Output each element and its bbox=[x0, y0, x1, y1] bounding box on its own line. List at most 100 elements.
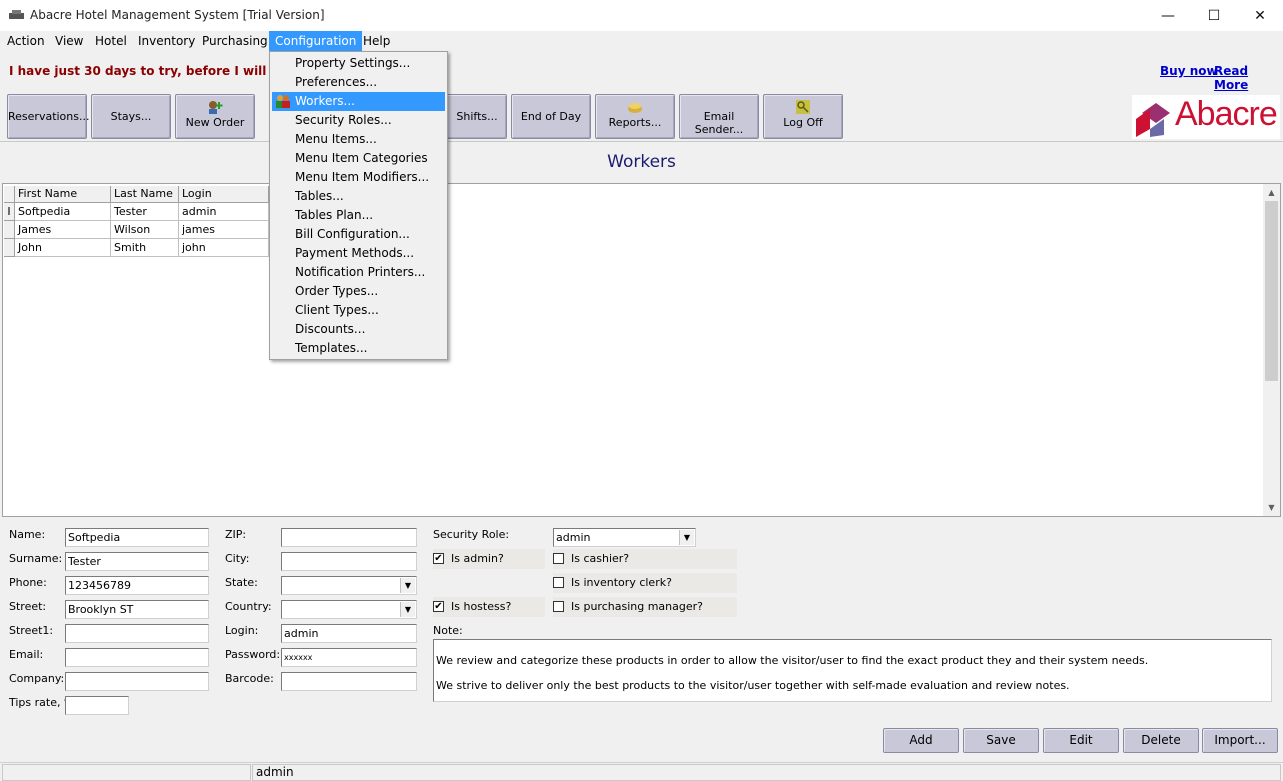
grid-cell-last-name[interactable]: Smith bbox=[111, 239, 179, 257]
menu-item-menu-item-modifiers[interactable]: Menu Item Modifiers... bbox=[272, 168, 445, 187]
street1-field[interactable] bbox=[65, 624, 209, 643]
is-cashier-label: Is cashier? bbox=[571, 552, 630, 565]
menu-view[interactable]: View bbox=[49, 31, 89, 51]
grid-vertical-scrollbar[interactable]: ▲ ▼ bbox=[1263, 184, 1280, 516]
note-textarea[interactable]: We review and categorize these products … bbox=[433, 639, 1272, 702]
row-indicator[interactable] bbox=[4, 239, 15, 257]
checkbox-icon[interactable]: ✔ bbox=[433, 553, 444, 564]
grid-cell-first-name[interactable]: Softpedia bbox=[15, 203, 111, 221]
reservations-button[interactable]: Reservations... bbox=[7, 94, 89, 139]
menu-item-tables-plan[interactable]: Tables Plan... bbox=[272, 206, 445, 225]
save-button[interactable]: Save bbox=[963, 728, 1039, 753]
workers-icon bbox=[276, 95, 290, 108]
menu-item-menu-items[interactable]: Menu Items... bbox=[272, 130, 445, 149]
email-sender-button[interactable]: Email Sender... bbox=[679, 94, 759, 139]
grid-cell-last-name[interactable]: Wilson bbox=[111, 221, 179, 239]
buy-now-link[interactable]: Buy now bbox=[1160, 64, 1218, 78]
stays-button[interactable]: Stays... bbox=[91, 94, 171, 139]
grid-corner bbox=[4, 186, 15, 203]
chevron-down-icon[interactable]: ▼ bbox=[679, 530, 694, 545]
menu-hotel[interactable]: Hotel bbox=[89, 31, 133, 51]
note-line: We review and categorize these products … bbox=[436, 654, 1149, 667]
barcode-field[interactable] bbox=[281, 672, 417, 691]
log-off-button[interactable]: Log Off bbox=[763, 94, 843, 139]
grid-cell-last-name[interactable]: Tester bbox=[111, 203, 179, 221]
company-field[interactable] bbox=[65, 672, 209, 691]
is-cashier-checkbox[interactable]: Is cashier? bbox=[553, 549, 737, 569]
login-label: Login: bbox=[225, 624, 259, 637]
new-order-button-label: New Order bbox=[185, 116, 245, 129]
checkbox-icon[interactable]: ✔ bbox=[433, 601, 444, 612]
menu-item-preferences[interactable]: Preferences... bbox=[272, 73, 445, 92]
row-indicator[interactable] bbox=[4, 221, 15, 239]
scroll-thumb[interactable] bbox=[1265, 201, 1278, 381]
grid-cell-first-name[interactable]: John bbox=[15, 239, 111, 257]
menu-inventory[interactable]: Inventory bbox=[132, 31, 201, 51]
security-role-select[interactable]: admin ▼ bbox=[553, 528, 696, 547]
menu-item-templates[interactable]: Templates... bbox=[272, 339, 445, 358]
maximize-button[interactable]: ☐ bbox=[1191, 0, 1237, 31]
city-field[interactable] bbox=[281, 552, 417, 571]
menu-configuration[interactable]: Configuration bbox=[269, 31, 363, 51]
workers-grid[interactable]: First Name Last Name Login I Softpedia T… bbox=[2, 183, 1281, 517]
menu-help[interactable]: Help bbox=[357, 31, 396, 51]
menu-item-client-types[interactable]: Client Types... bbox=[272, 301, 445, 320]
is-purchasing-manager-checkbox[interactable]: Is purchasing manager? bbox=[553, 597, 737, 617]
import-button[interactable]: Import... bbox=[1202, 728, 1278, 753]
minimize-button[interactable]: — bbox=[1145, 0, 1191, 31]
menu-item-tables[interactable]: Tables... bbox=[272, 187, 445, 206]
shifts-button-label: Shifts... bbox=[456, 110, 498, 123]
read-more-link[interactable]: Read More bbox=[1214, 64, 1283, 92]
column-header-first-name[interactable]: First Name bbox=[15, 186, 111, 203]
grid-cell-first-name[interactable]: James bbox=[15, 221, 111, 239]
menu-item-discounts[interactable]: Discounts... bbox=[272, 320, 445, 339]
is-hostess-checkbox[interactable]: ✔ Is hostess? bbox=[433, 597, 545, 617]
checkbox-icon[interactable] bbox=[553, 553, 564, 564]
new-order-button[interactable]: New Order bbox=[175, 94, 255, 139]
state-select[interactable]: ▼ bbox=[281, 576, 417, 595]
menu-item-security-roles[interactable]: Security Roles... bbox=[272, 111, 445, 130]
password-field[interactable]: xxxxxx bbox=[281, 648, 417, 667]
menu-item-bill-configuration[interactable]: Bill Configuration... bbox=[272, 225, 445, 244]
checkbox-icon[interactable] bbox=[553, 577, 564, 588]
column-header-last-name[interactable]: Last Name bbox=[111, 186, 179, 203]
menu-action[interactable]: Action bbox=[1, 31, 51, 51]
street-field[interactable]: Brooklyn ST bbox=[65, 600, 209, 619]
menu-purchasing[interactable]: Purchasing bbox=[196, 31, 274, 51]
grid-cell-login[interactable]: admin bbox=[179, 203, 269, 221]
name-field[interactable]: Softpedia bbox=[65, 528, 209, 547]
menu-item-order-types[interactable]: Order Types... bbox=[272, 282, 445, 301]
delete-button[interactable]: Delete bbox=[1123, 728, 1199, 753]
company-label: Company: bbox=[9, 672, 65, 685]
menu-item-notification-printers[interactable]: Notification Printers... bbox=[272, 263, 445, 282]
menu-item-payment-methods[interactable]: Payment Methods... bbox=[272, 244, 445, 263]
menu-item-menu-item-categories[interactable]: Menu Item Categories bbox=[272, 149, 445, 168]
chevron-down-icon[interactable]: ▼ bbox=[400, 602, 415, 617]
current-row-indicator[interactable]: I bbox=[4, 203, 15, 221]
column-header-login[interactable]: Login bbox=[179, 186, 269, 203]
status-bar: admin bbox=[0, 762, 1283, 781]
surname-field[interactable]: Tester bbox=[65, 552, 209, 571]
menu-item-workers[interactable]: Workers... bbox=[272, 92, 445, 111]
is-admin-checkbox[interactable]: ✔ Is admin? bbox=[433, 549, 545, 569]
menu-item-property-settings[interactable]: Property Settings... bbox=[272, 54, 445, 73]
close-button[interactable]: ✕ bbox=[1237, 0, 1283, 31]
is-purchasing-manager-label: Is purchasing manager? bbox=[571, 600, 703, 613]
login-field[interactable]: admin bbox=[281, 624, 417, 643]
edit-button[interactable]: Edit bbox=[1043, 728, 1119, 753]
zip-field[interactable] bbox=[281, 528, 417, 547]
scroll-up-arrow-icon[interactable]: ▲ bbox=[1263, 184, 1280, 201]
chevron-down-icon[interactable]: ▼ bbox=[400, 578, 415, 593]
country-select[interactable]: ▼ bbox=[281, 600, 417, 619]
phone-field[interactable]: 123456789 bbox=[65, 576, 209, 595]
reports-button[interactable]: Reports... bbox=[595, 94, 675, 139]
email-field[interactable] bbox=[65, 648, 209, 667]
scroll-down-arrow-icon[interactable]: ▼ bbox=[1263, 499, 1280, 516]
grid-cell-login[interactable]: john bbox=[179, 239, 269, 257]
grid-cell-login[interactable]: james bbox=[179, 221, 269, 239]
end-of-day-button[interactable]: End of Day bbox=[511, 94, 591, 139]
checkbox-icon[interactable] bbox=[553, 601, 564, 612]
is-inventory-clerk-checkbox[interactable]: Is inventory clerk? bbox=[553, 573, 737, 593]
tips-rate-field[interactable] bbox=[65, 696, 129, 715]
add-button[interactable]: Add bbox=[883, 728, 959, 753]
